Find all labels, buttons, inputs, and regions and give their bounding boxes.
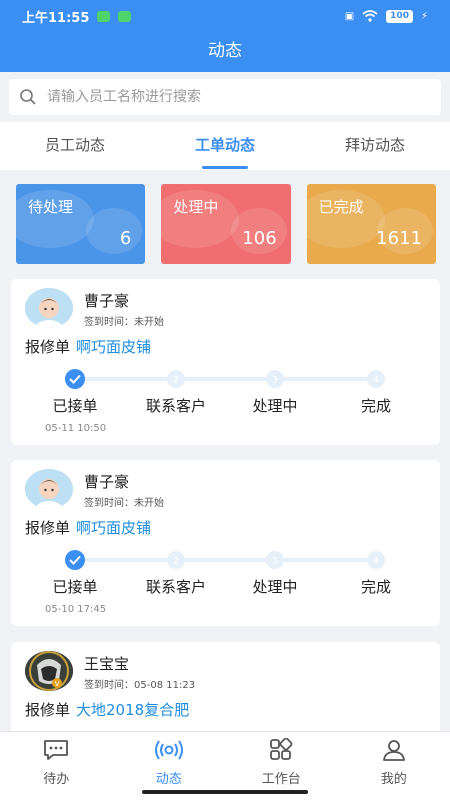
tab-work-order-activity[interactable]: 工单动态 — [150, 122, 300, 170]
status-bar: 上午11:55 ▣ 100 ⚡ — [0, 0, 450, 32]
avatar — [25, 469, 73, 509]
stat-pending[interactable]: 待处理 6 — [16, 184, 146, 264]
step-label: 已接单 — [52, 397, 98, 415]
avatar: V — [25, 651, 73, 691]
step-check-icon — [65, 550, 85, 570]
tab-visit-activity[interactable]: 拜访动态 — [300, 122, 450, 170]
wifi-icon — [362, 10, 378, 22]
signin-time: 签到时间：未开始 — [84, 317, 164, 328]
employee-name: 曹子豪 — [84, 473, 130, 491]
svg-text:V: V — [55, 680, 60, 688]
search-box[interactable] — [9, 79, 441, 115]
sim-icon: ▣ — [344, 10, 355, 22]
work-order-card[interactable]: V 王宝宝 签到时间：05-08 11:23 报修单 大地2018复合肥 — [11, 642, 440, 731]
nav-todo[interactable]: 待办 — [0, 732, 113, 800]
notification-icon — [97, 10, 111, 22]
broadcast-icon — [154, 740, 183, 760]
work-order-card[interactable]: 曹子豪 签到时间：未开始 报修单 啊巧面皮铺 2 3 4 已接单 联系客户 处理中… — [11, 279, 440, 445]
avatar — [25, 288, 73, 328]
step-check-icon — [65, 369, 85, 389]
employee-name: 王宝宝 — [84, 655, 130, 673]
stat-label: 待处理 — [28, 198, 74, 216]
step-label: 联系客户 — [145, 578, 206, 596]
order-line: 报修单 啊巧面皮铺 — [25, 336, 151, 357]
stat-value: 1611 — [376, 228, 422, 249]
stat-in-progress[interactable]: 处理中 106 — [161, 184, 291, 264]
order-type: 报修单 — [25, 701, 71, 719]
signin-time: 签到时间：05-08 11:23 — [84, 680, 196, 691]
grid-icon — [270, 738, 293, 760]
step-label: 处理中 — [252, 578, 298, 596]
step-label: 联系客户 — [145, 397, 206, 415]
step-label: 已接单 — [52, 578, 98, 596]
page-title: 动态 — [0, 32, 450, 72]
nav-mine[interactable]: 我的 — [338, 732, 450, 800]
work-order-card[interactable]: 曹子豪 签到时间：未开始 报修单 啊巧面皮铺 2 3 4 已接单 联系客户 处理中… — [11, 460, 440, 626]
svg-text:2: 2 — [173, 557, 179, 567]
search-input[interactable] — [47, 89, 407, 105]
tab-bar: 员工动态 工单动态 拜访动态 — [0, 122, 450, 170]
stat-label: 处理中 — [173, 198, 219, 216]
nav-label: 工作台 — [261, 772, 301, 787]
order-line: 报修单 啊巧面皮铺 — [25, 517, 151, 538]
charging-icon: ⚡ — [420, 10, 428, 22]
progress-steps: 2 3 4 — [65, 550, 385, 570]
stat-completed[interactable]: 已完成 1611 — [306, 184, 436, 264]
tab-employee-activity[interactable]: 员工动态 — [0, 122, 150, 170]
step-label: 完成 — [360, 578, 391, 596]
employee-name: 曹子豪 — [84, 292, 130, 310]
svg-text:4: 4 — [373, 376, 379, 386]
stats-row: 待处理 6 处理中 106 已完成 1611 — [16, 184, 436, 264]
nav-label: 待办 — [43, 772, 70, 787]
nav-label: 动态 — [155, 772, 182, 787]
order-type: 报修单 — [25, 519, 71, 537]
order-date: 05-11 10:50 — [45, 423, 107, 434]
svg-text:4: 4 — [373, 557, 379, 567]
signin-time: 签到时间：未开始 — [84, 498, 164, 509]
progress-steps: 2 3 4 — [65, 369, 385, 389]
stat-value: 106 — [242, 228, 277, 249]
nav-label: 我的 — [380, 772, 407, 787]
search-icon — [20, 89, 36, 105]
shop-link[interactable]: 大地2018复合肥 — [76, 701, 189, 719]
step-label: 处理中 — [252, 397, 298, 415]
order-type: 报修单 — [25, 338, 71, 356]
user-icon — [382, 740, 405, 761]
stat-value: 6 — [119, 228, 132, 249]
notification-icon — [118, 10, 132, 22]
shop-link[interactable]: 啊巧面皮铺 — [76, 519, 151, 537]
home-indicator — [142, 790, 308, 794]
chat-icon — [44, 740, 69, 760]
battery-icon: 100 — [386, 9, 413, 23]
shop-link[interactable]: 啊巧面皮铺 — [76, 338, 151, 356]
stat-label: 已完成 — [318, 198, 364, 216]
svg-text:3: 3 — [272, 557, 278, 567]
order-date: 05-10 17:45 — [45, 604, 107, 615]
svg-text:3: 3 — [272, 376, 278, 386]
status-time: 上午11:55 — [22, 10, 90, 26]
order-line: 报修单 大地2018复合肥 — [25, 699, 189, 720]
search-area — [0, 72, 450, 122]
svg-text:2: 2 — [173, 376, 179, 386]
step-label: 完成 — [360, 397, 391, 415]
